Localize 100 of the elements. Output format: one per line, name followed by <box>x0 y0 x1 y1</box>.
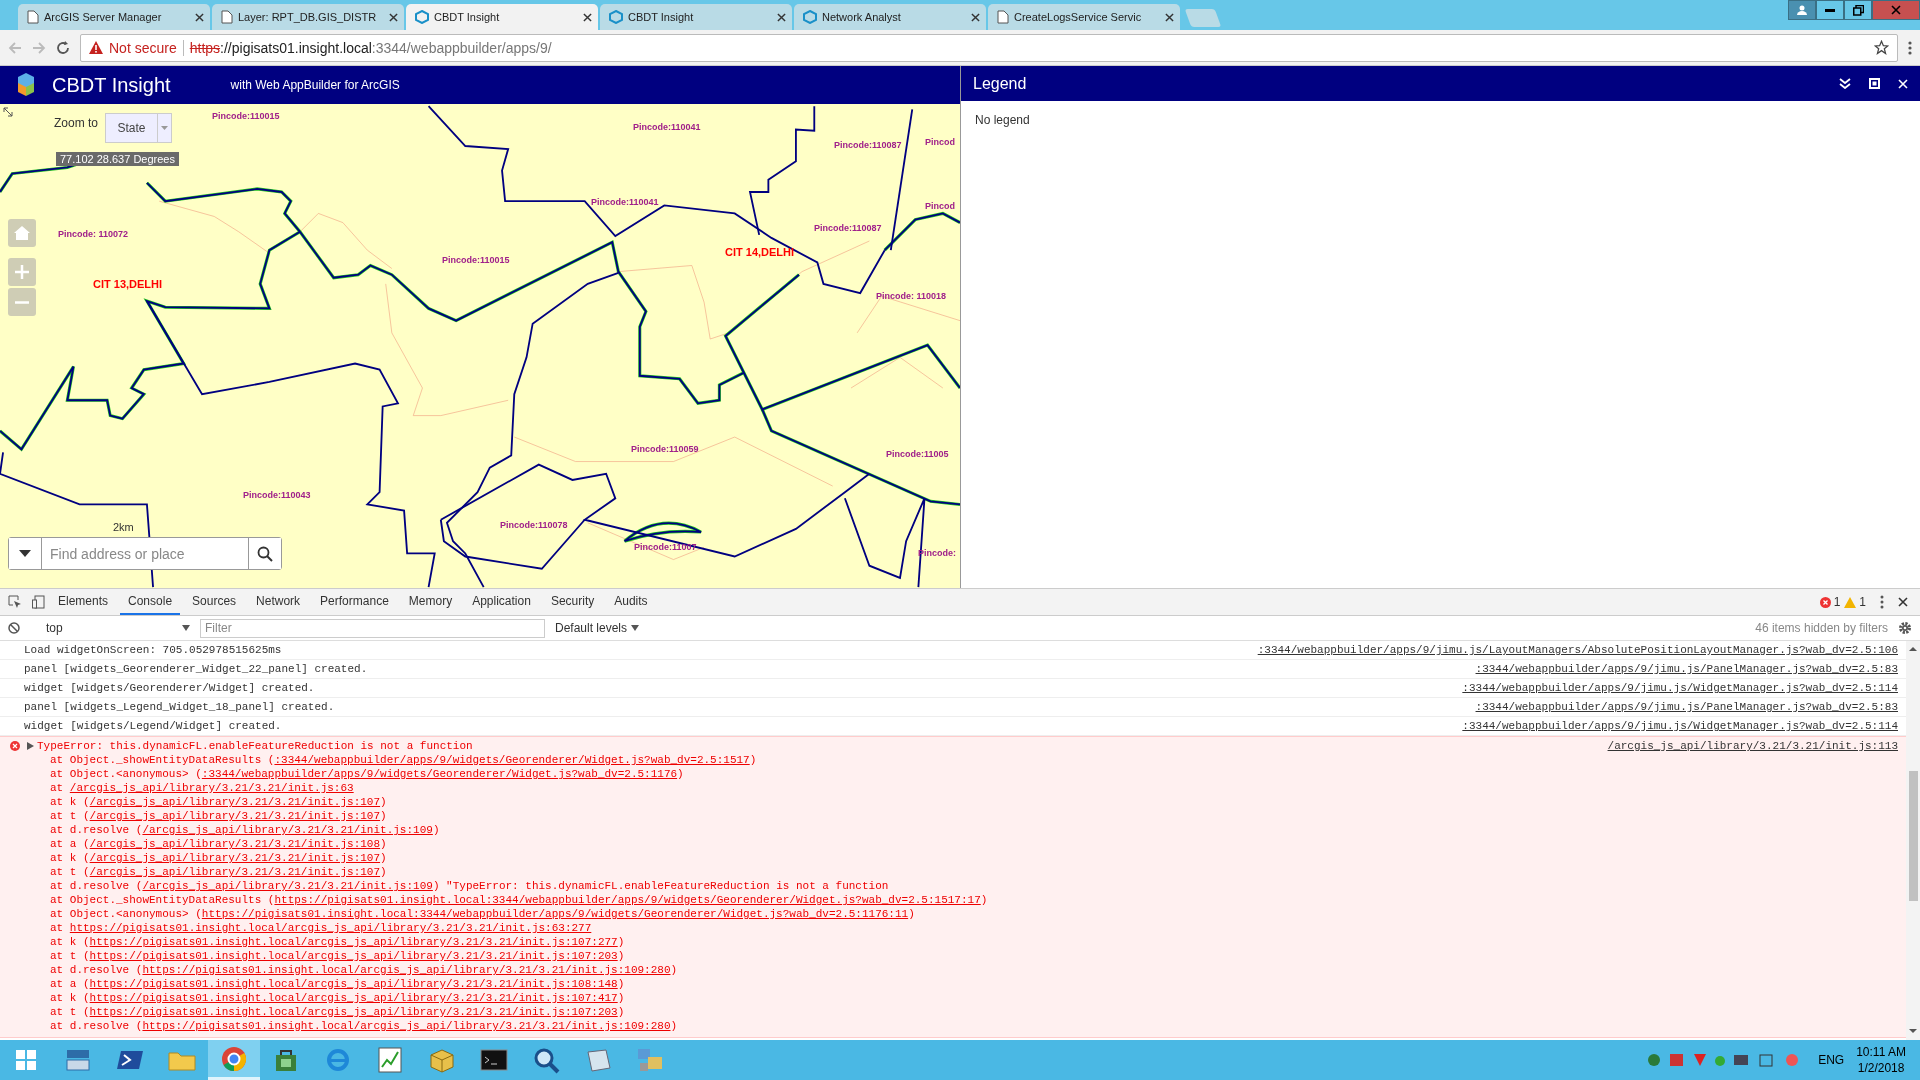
language-indicator[interactable]: ENG <box>1818 1053 1845 1067</box>
city-label: CIT 14,DELHI <box>725 246 795 258</box>
stack-link[interactable]: /arcgis_js_api/library/3.21/3.21/init.js:107 <box>89 796 381 808</box>
user-button[interactable] <box>1788 0 1816 20</box>
caret-icon <box>161 126 168 130</box>
stack-link[interactable]: https://pigisats01.insight.local/arcgis_js_api/library/3.21/3.21/init.js:108:148 <box>89 978 618 990</box>
source-link[interactable]: /arcgis_js_api/library/3.21/3.21/init.js:113 <box>1607 740 1898 752</box>
devtools-tab[interactable]: Performance <box>312 589 397 615</box>
reload-icon[interactable] <box>56 40 70 55</box>
address-bar[interactable]: Not secure https://pigisats01.insight.local:3344/webappbuilder/apps/9/ <box>80 33 1898 62</box>
warning-count[interactable]: 1 <box>1844 589 1866 615</box>
source-link[interactable]: :3344/webappbuilder/apps/9/jimu.js/WidgetManager.js?wab_dv=2.5:114 <box>1462 720 1898 732</box>
browser-tab[interactable]: ArcGIS Server Manager <box>18 4 210 30</box>
tab-title: CreateLogsService Servic <box>1014 11 1143 23</box>
taskbar-button[interactable] <box>208 1040 260 1080</box>
source-link[interactable]: :3344/webappbuilder/apps/9/jimu.js/PanelManager.js?wab_dv=2.5:83 <box>1475 701 1898 713</box>
stack-link[interactable]: /arcgis_js_api/library/3.21/3.21/init.js:63 <box>69 782 354 794</box>
stack-trace-line: at https://pigisats01.insight.local/arcgis_js_api/library/3.21/3.21/init.js:63:277 <box>49 921 593 935</box>
maximize-icon[interactable] <box>1869 78 1880 89</box>
devtools-tab[interactable]: Memory <box>400 589 461 615</box>
stack-link[interactable]: https://pigisats01.insight.local/arcgis_js_api/library/3.21/3.21/init.js:107:203 <box>89 950 618 962</box>
close-icon[interactable] <box>195 12 204 22</box>
error-count[interactable]: 1 <box>1819 589 1841 615</box>
stack-link[interactable]: https://pigisats01.insight.local/arcgis_js_api/library/3.21/3.21/init.js:107:417 <box>89 992 618 1004</box>
star-icon[interactable] <box>1874 40 1889 55</box>
stack-trace-line: at /arcgis_js_api/library/3.21/3.21/init.js:63 <box>49 781 355 795</box>
close-icon[interactable] <box>583 12 592 22</box>
stack-trace-line: at t (/arcgis_js_api/library/3.21/3.21/init.js:107) <box>49 809 388 823</box>
settings-icon[interactable] <box>1898 621 1912 635</box>
search-source-button[interactable] <box>9 538 42 569</box>
stack-link[interactable]: https://pigisats01.insight.local:3344/webappbuilder/apps/9/widgets/Georenderer/Widget.js?wab_dv=2.5:1176:11 <box>201 908 909 920</box>
browser-tab[interactable]: Layer: RPT_DB.GIS_DISTR <box>212 4 404 30</box>
restore-button[interactable] <box>1844 0 1872 20</box>
close-icon[interactable] <box>777 12 786 22</box>
stack-link[interactable]: :3344/webappbuilder/apps/9/widgets/Georenderer/Widget.js?wab_dv=2.5:1517 <box>274 754 750 766</box>
search-button[interactable] <box>248 538 281 569</box>
close-icon[interactable] <box>1165 12 1174 22</box>
filter-field[interactable]: Filter <box>200 618 545 638</box>
terminal-icon[interactable] <box>117 1049 143 1071</box>
devtools-tab[interactable]: Sources <box>184 589 245 615</box>
document-icon[interactable] <box>585 1048 611 1072</box>
device-icon[interactable] <box>32 595 46 609</box>
expand-triangle-icon[interactable] <box>27 742 34 750</box>
home-icon <box>13 225 31 241</box>
browser-tab[interactable]: Network Analyst <box>794 4 986 30</box>
stack-link[interactable]: https://pigisats01.insight.local/arcgis_js_api/library/3.21/3.21/init.js:109:280 <box>142 964 671 976</box>
server-icon[interactable] <box>65 1048 91 1072</box>
browser-tab[interactable]: CreateLogsService Servic <box>988 4 1180 30</box>
magnifier-icon[interactable] <box>532 1046 560 1074</box>
devtools-tab[interactable]: Audits <box>606 589 656 615</box>
minimize-button[interactable] <box>1816 0 1844 20</box>
stack-link[interactable]: https://pigisats01.insight.local/arcgis_js_api/library/3.21/3.21/init.js:109:280 <box>142 1020 671 1032</box>
inspect-icon[interactable] <box>8 595 22 609</box>
pincode-label: Pincode:110059 <box>631 444 699 454</box>
menu-icon[interactable] <box>1880 595 1884 609</box>
stack-link[interactable]: :3344/webappbuilder/apps/9/widgets/Georenderer/Widget.js?wab_dv=2.5:1176 <box>201 768 678 780</box>
close-icon[interactable] <box>389 12 398 22</box>
terminal-icon[interactable] <box>480 1049 508 1071</box>
error-icon <box>1819 596 1831 608</box>
stack-link[interactable]: /arcgis_js_api/library/3.21/3.21/init.js:107 <box>89 852 381 864</box>
stack-link[interactable]: https://pigisats01.insight.local/arcgis_js_api/library/3.21/3.21/init.js:107:277 <box>89 936 618 948</box>
close-icon[interactable] <box>971 12 980 22</box>
stack-link[interactable]: https://pigisats01.insight.local/arcgis_js_api/library/3.21/3.21/init.js:63:277 <box>69 922 592 934</box>
source-link[interactable]: :3344/webappbuilder/apps/9/jimu.js/WidgetManager.js?wab_dv=2.5:114 <box>1462 682 1898 694</box>
zoom-to-select[interactable]: State <box>105 113 172 143</box>
expand-arrow-icon[interactable] <box>3 107 13 117</box>
legend-message: No legend <box>975 113 1031 127</box>
menu-icon[interactable] <box>1908 40 1912 55</box>
chart-icon[interactable] <box>378 1047 402 1073</box>
clock[interactable]: 10:11 AM 1/2/2018 <box>1856 1045 1906 1075</box>
search-bar[interactable]: Find address or place <box>8 537 282 570</box>
package-icon[interactable] <box>429 1047 455 1073</box>
caret-icon <box>182 625 190 631</box>
clear-console-icon[interactable] <box>8 622 20 634</box>
source-link[interactable]: :3344/webappbuilder/apps/9/jimu.js/PanelManager.js?wab_dv=2.5:83 <box>1475 663 1898 675</box>
shopping-bag-icon[interactable] <box>273 1047 299 1073</box>
stack-link[interactable]: https://pigisats01.insight.local:3344/webappbuilder/apps/9/widgets/Georenderer/Widget.js?wab_dv=2.5:1517:17 <box>274 894 981 906</box>
page-icon <box>221 10 233 24</box>
page-icon <box>997 10 1009 24</box>
levels-dropdown[interactable]: Default levels <box>555 621 628 635</box>
context-select[interactable]: top <box>30 621 190 635</box>
browser-icon[interactable] <box>221 1045 247 1072</box>
close-icon[interactable] <box>1898 597 1908 607</box>
devtools-tab[interactable]: Elements <box>50 589 117 615</box>
pincode-label: Pincode:110041 <box>591 197 659 207</box>
devtools-tab[interactable]: Network <box>248 589 309 615</box>
devtools-tab[interactable]: Console <box>120 589 181 615</box>
stack-link[interactable]: /arcgis_js_api/library/3.21/3.21/init.js:109 <box>142 880 433 892</box>
stack-trace-line: at t (/arcgis_js_api/library/3.21/3.21/init.js:107) <box>49 865 388 879</box>
devtools-tab[interactable]: Security <box>542 589 603 615</box>
source-link[interactable]: :3344/webappbuilder/apps/9/jimu.js/LayoutManagers/AbsolutePositionLayoutManager.js?wab_dv=2.5:106 <box>1257 644 1898 656</box>
stack-link[interactable]: /arcgis_js_api/library/3.21/3.21/init.js:107 <box>89 810 381 822</box>
browser-tab[interactable]: CBDT Insight <box>406 4 598 30</box>
browser-tab[interactable]: CBDT Insight <box>600 4 792 30</box>
stack-link[interactable]: /arcgis_js_api/library/3.21/3.21/init.js:108 <box>89 838 381 850</box>
stack-link[interactable]: https://pigisats01.insight.local/arcgis_js_api/library/3.21/3.21/init.js:107:203 <box>89 1006 618 1018</box>
stack-link[interactable]: /arcgis_js_api/library/3.21/3.21/init.js:107 <box>89 866 381 878</box>
collapse-icon[interactable] <box>1839 78 1851 89</box>
stack-link[interactable]: /arcgis_js_api/library/3.21/3.21/init.js:109 <box>142 824 433 836</box>
devtools-tab[interactable]: Application <box>464 589 539 615</box>
